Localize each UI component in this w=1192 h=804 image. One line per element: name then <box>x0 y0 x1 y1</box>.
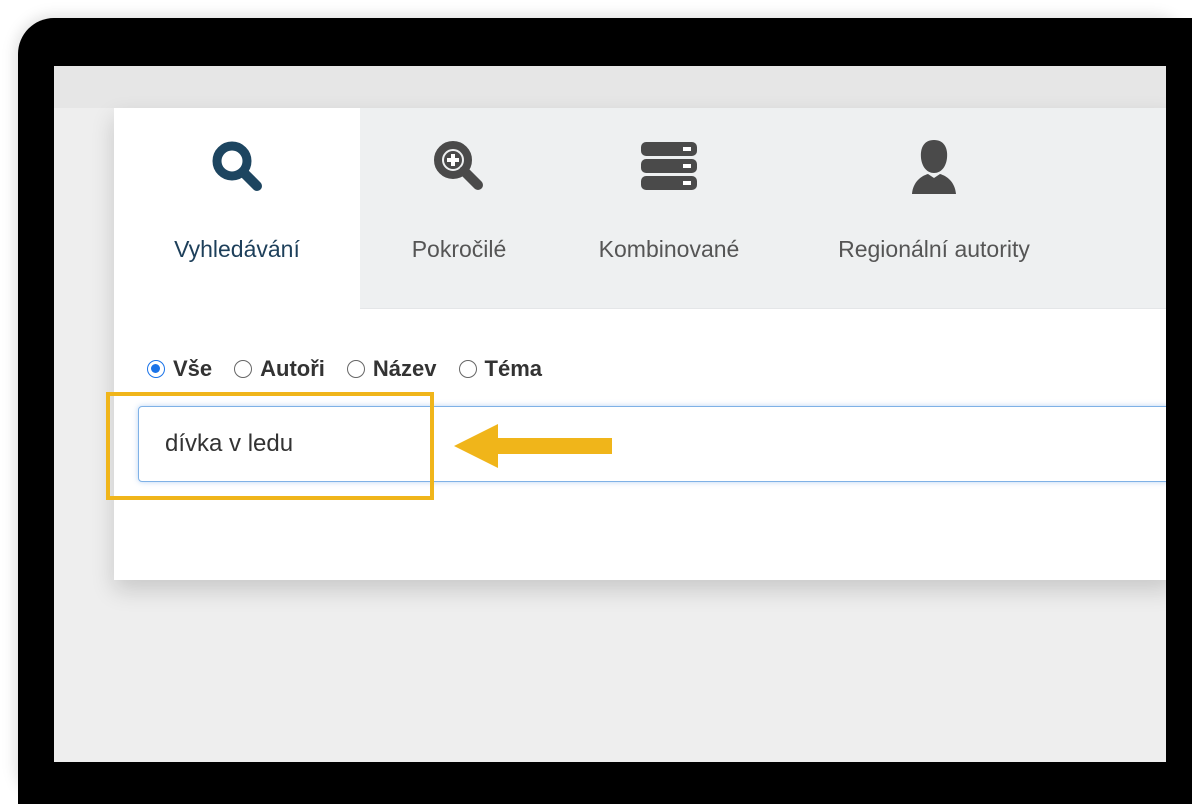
tab-label: Pokročilé <box>411 236 507 262</box>
scope-label: Téma <box>484 356 542 381</box>
search-panel: Vyhledávání Pokročilé Kombinované Region… <box>114 108 1166 580</box>
scope-autori[interactable]: Autoři <box>234 356 325 382</box>
radio-button-checked[interactable] <box>147 360 165 378</box>
tab-vyhledavani[interactable]: Vyhledávání <box>114 108 360 310</box>
search-scope-options: Vše Autoři Název Téma <box>147 356 564 382</box>
scope-nazev[interactable]: Název <box>346 356 437 382</box>
radio-button[interactable] <box>346 360 365 378</box>
zoom-in-icon <box>364 136 554 196</box>
server-stack-icon <box>560 136 778 196</box>
tab-label: Regionální autority <box>838 236 1030 262</box>
scope-vse[interactable]: Vše <box>147 356 212 382</box>
tab-bar: Vyhledávání Pokročilé Kombinované Region… <box>114 108 1166 310</box>
radio-button[interactable] <box>234 360 253 378</box>
scope-label: Autoři <box>260 356 325 381</box>
scope-label: Název <box>372 356 437 381</box>
tab-label: Kombinované <box>598 236 740 262</box>
annotation-arrow-icon <box>454 424 612 468</box>
page-background-strip <box>54 66 1166 108</box>
scope-label: Vše <box>173 356 213 381</box>
user-icon <box>784 136 1084 196</box>
tab-regionalni-autority[interactable]: Regionální autority <box>784 108 1084 308</box>
search-icon <box>114 136 360 196</box>
tab-label: Vyhledávání <box>174 236 300 262</box>
scope-tema[interactable]: Téma <box>458 356 542 382</box>
tab-kombinovane[interactable]: Kombinované <box>560 108 778 308</box>
radio-button[interactable] <box>458 360 477 378</box>
tab-pokrocile[interactable]: Pokročilé <box>364 108 554 308</box>
annotation-highlight-box <box>106 392 434 500</box>
